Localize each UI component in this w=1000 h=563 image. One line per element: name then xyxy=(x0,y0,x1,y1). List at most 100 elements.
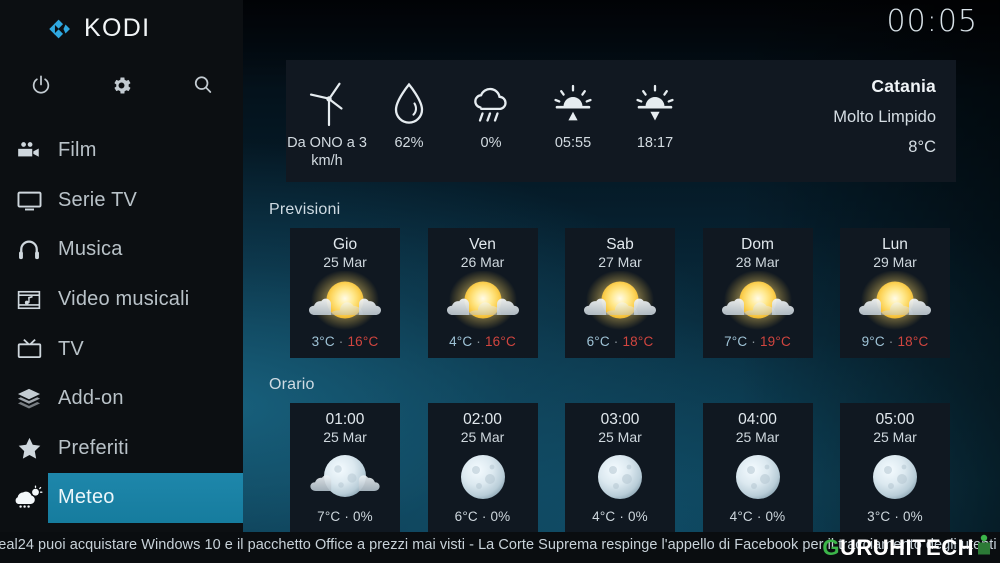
search-icon xyxy=(192,74,214,96)
forecast-card[interactable]: Lun 29 Mar 9°C · 18°C xyxy=(840,228,950,358)
sidebar-item-meteo[interactable]: Meteo xyxy=(0,473,243,523)
hourly-date: 25 Mar xyxy=(323,429,367,446)
sun-behind-cloud-icon xyxy=(290,270,400,334)
music-video-icon xyxy=(0,287,58,313)
main-menu: Film Serie TV Musica Video musicali TV Add-on… xyxy=(0,126,243,523)
kodi-wordmark: KODI xyxy=(84,14,151,42)
power-button[interactable] xyxy=(0,68,81,102)
watermark-text: URUHITECH xyxy=(839,534,974,560)
sun-behind-cloud-icon xyxy=(840,270,950,334)
metric-precipitation: 0% xyxy=(450,60,532,182)
forecast-row: Gio 25 Mar 3°C · 16°C Ven 26 Mar 4°C · 1… xyxy=(290,228,950,358)
forecast-high: 18°C xyxy=(897,334,929,349)
settings-button[interactable] xyxy=(81,68,162,102)
sidebar-item-video-musicali[interactable]: Video musicali xyxy=(0,275,243,325)
hourly-date: 25 Mar xyxy=(735,429,780,446)
metric-wind: Da ONO a 3 km/h xyxy=(286,60,368,182)
sidebar-item-tv[interactable]: TV xyxy=(0,324,243,374)
metric-humidity: 62% xyxy=(368,60,450,182)
forecast-day: Ven xyxy=(469,236,496,253)
hourly-time: 03:00 xyxy=(600,411,640,428)
hourly-card[interactable]: 05:00 25 Mar 3°C · 0% xyxy=(840,403,950,533)
forecast-date: 26 Mar xyxy=(460,254,505,271)
hourly-detail: 4°C · 0% xyxy=(592,509,648,524)
forecast-day: Dom xyxy=(741,236,774,253)
forecast-separator: · xyxy=(338,334,344,349)
kodi-logo: KODI xyxy=(46,14,150,43)
forecast-day: Gio xyxy=(332,236,358,253)
hourly-card[interactable]: 01:00 25 Mar 7°C · 0% xyxy=(290,403,400,533)
metric-sunrise: 05:55 xyxy=(532,60,614,182)
power-icon xyxy=(30,74,52,96)
headphones-icon xyxy=(0,237,58,263)
search-button[interactable] xyxy=(162,68,243,102)
forecast-low: 3°C xyxy=(311,334,335,349)
hourly-date: 25 Mar xyxy=(873,429,917,446)
hourly-card[interactable]: 03:00 25 Mar 4°C · 0% xyxy=(565,403,675,533)
forecast-high: 18°C xyxy=(622,334,654,349)
hourly-card[interactable]: 02:00 25 Mar 6°C · 0% xyxy=(427,403,538,533)
hourly-section-title: Orario xyxy=(269,376,315,393)
hourly-detail: 7°C · 0% xyxy=(317,509,373,524)
metric-value: 18:17 xyxy=(636,135,674,151)
sidebar-item-label: Meteo xyxy=(58,486,115,509)
forecast-card[interactable]: Ven 26 Mar 4°C · 16°C xyxy=(427,228,538,358)
forecast-card[interactable]: Gio 25 Mar 3°C · 16°C xyxy=(290,228,400,358)
wind-turbine-icon xyxy=(306,79,348,129)
gear-icon xyxy=(110,74,133,97)
sidebar-item-label: TV xyxy=(58,337,84,360)
monitor-icon xyxy=(0,187,58,214)
forecast-high: 16°C xyxy=(484,334,516,349)
moon-behind-cloud-icon xyxy=(290,445,400,509)
forecast-date: 27 Mar xyxy=(598,254,642,271)
sidebar-item-label: Film xyxy=(58,139,97,162)
moon-icon xyxy=(840,445,950,509)
forecast-separator: · xyxy=(751,334,756,349)
guruhitech-watermark: GURUHITECH xyxy=(822,534,992,561)
kodi-weather-screen: KODI Film Serie TV Musica Video musicali… xyxy=(0,0,1000,563)
forecast-high: 16°C xyxy=(347,334,379,349)
forecast-day: Sab xyxy=(606,236,634,253)
hourly-card[interactable]: 04:00 25 Mar 4°C · 0% xyxy=(702,403,813,533)
current-condition: Molto Limpido xyxy=(833,108,936,126)
sidebar-item-label: Preferiti xyxy=(58,436,129,459)
hourly-time: 05:00 xyxy=(875,411,915,428)
sidebar-item-preferiti[interactable]: Preferiti xyxy=(0,424,243,474)
forecast-separator: · xyxy=(888,334,894,349)
metric-value: 62% xyxy=(394,135,424,151)
forecast-card[interactable]: Dom 28 Mar 7°C · 19°C xyxy=(702,228,813,358)
metric-value: Da ONO a 3 km/h xyxy=(287,135,367,169)
movie-camera-icon xyxy=(0,138,58,164)
hourly-date: 25 Mar xyxy=(460,429,505,446)
sidebar: KODI Film Serie TV Musica Video musicali… xyxy=(0,0,243,532)
weather-content: Da ONO a 3 km/h 62% 0% 05:55 18:17 Catania M… xyxy=(243,0,1000,533)
water-drop-icon xyxy=(391,79,427,129)
forecast-low: 4°C xyxy=(449,334,473,349)
forecast-date: 25 Mar xyxy=(323,254,367,271)
star-icon xyxy=(0,435,58,462)
hourly-detail: 3°C · 0% xyxy=(867,509,923,524)
sun-behind-cloud-icon xyxy=(703,270,813,334)
sidebar-item-film[interactable]: Film xyxy=(0,126,243,176)
forecast-card[interactable]: Sab 27 Mar 6°C · 18°C xyxy=(565,228,675,358)
sunrise-icon xyxy=(550,79,596,129)
sidebar-item-musica[interactable]: Musica xyxy=(0,225,243,275)
forecast-low: 9°C xyxy=(861,334,885,349)
current-summary: Catania Molto Limpido 8°C xyxy=(833,60,956,182)
hourly-date: 25 Mar xyxy=(598,429,642,446)
box-icon xyxy=(0,386,58,412)
sidebar-item-label: Add-on xyxy=(58,387,124,410)
sun-behind-cloud-icon xyxy=(565,270,675,334)
sidebar-item-serie-tv[interactable]: Serie TV xyxy=(0,176,243,226)
television-icon xyxy=(0,336,58,363)
kodi-mark-icon xyxy=(46,16,72,42)
forecast-day: Lun xyxy=(882,236,908,253)
forecast-high: 19°C xyxy=(759,334,791,349)
hourly-time: 01:00 xyxy=(325,411,365,428)
forecast-separator: · xyxy=(476,334,481,349)
metric-sunset: 18:17 xyxy=(614,60,696,182)
current-conditions-panel: Da ONO a 3 km/h 62% 0% 05:55 18:17 Catania M… xyxy=(286,60,956,182)
sidebar-item-add-on[interactable]: Add-on xyxy=(0,374,243,424)
forecast-date: 28 Mar xyxy=(735,254,780,271)
weather-cloud-sun-icon xyxy=(0,485,58,511)
